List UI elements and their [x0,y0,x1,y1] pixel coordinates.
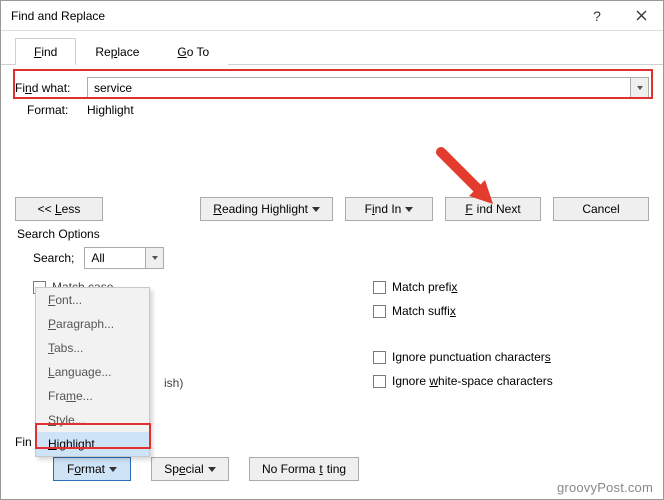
bottom-button-row: Format Special No Formatting [15,457,359,481]
format-label: Format: [15,103,87,117]
menu-language[interactable]: Language... [36,360,149,384]
find-what-dropdown[interactable] [631,77,649,99]
ignore-whitespace-row[interactable]: Ignore white-space characters [373,371,553,391]
find-what-input[interactable] [87,77,631,99]
menu-paragraph[interactable]: Paragraph... [36,312,149,336]
close-button[interactable] [619,1,663,31]
search-direction-select[interactable]: All [84,247,146,269]
search-direction-dropdown[interactable] [146,247,164,269]
chevron-down-icon [637,86,643,90]
no-formatting-button[interactable]: No Formatting [249,457,359,481]
format-value: Highlight [87,103,134,117]
match-suffix-row[interactable]: Match suffix [373,301,553,321]
ignore-whitespace-label: Ignore white-space characters [392,374,553,388]
checkbox-icon [373,281,386,294]
find-what-label: Find what: [15,81,87,95]
match-prefix-label: Match prefix [392,280,457,294]
caret-down-icon [312,207,320,212]
search-direction-label: Search; [33,251,74,265]
checkbox-icon [373,351,386,364]
special-button[interactable]: Special [151,457,229,481]
cancel-button[interactable]: Cancel [553,197,649,221]
watermark: groovyPost.com [557,480,653,495]
reading-highlight-button[interactable]: Reading Highlight [200,197,333,221]
checkbox-icon [373,305,386,318]
tab-goto[interactable]: Go To [158,38,228,65]
match-suffix-label: Match suffix [392,304,456,318]
help-button[interactable]: ? [575,1,619,31]
close-icon [636,10,647,21]
find-next-button[interactable]: Find Next [445,197,541,221]
menu-frame[interactable]: Frame... [36,384,149,408]
tab-replace[interactable]: Replace [76,38,158,65]
tab-find[interactable]: Find [15,38,76,65]
ignore-punctuation-row[interactable]: Ignore punctuation characters [373,347,553,367]
search-options-heading: Search Options [17,227,649,241]
menu-tabs[interactable]: Tabs... [36,336,149,360]
find-section-label-fragment: Fin [15,435,32,449]
less-button[interactable]: << Less [15,197,103,221]
dialog-window: Find and Replace ? Find Replace Go To Fi… [0,0,664,500]
titlebar: Find and Replace ? [1,1,663,31]
format-menu: Font... Paragraph... Tabs... Language...… [35,287,150,457]
tabs-strip: Find Replace Go To [1,31,663,65]
match-prefix-row[interactable]: Match prefix [373,277,553,297]
menu-style[interactable]: Style... [36,408,149,432]
caret-down-icon [405,207,413,212]
menu-font[interactable]: Font... [36,288,149,312]
chevron-down-icon [152,256,158,260]
checkbox-icon [373,375,386,388]
ignore-punctuation-label: Ignore punctuation characters [392,350,551,364]
menu-highlight[interactable]: Highlight [36,432,149,456]
find-in-button[interactable]: Find In [345,197,433,221]
caret-down-icon [208,467,216,472]
format-button[interactable]: Format [53,457,131,481]
dialog-title: Find and Replace [11,9,105,23]
caret-down-icon [109,467,117,472]
